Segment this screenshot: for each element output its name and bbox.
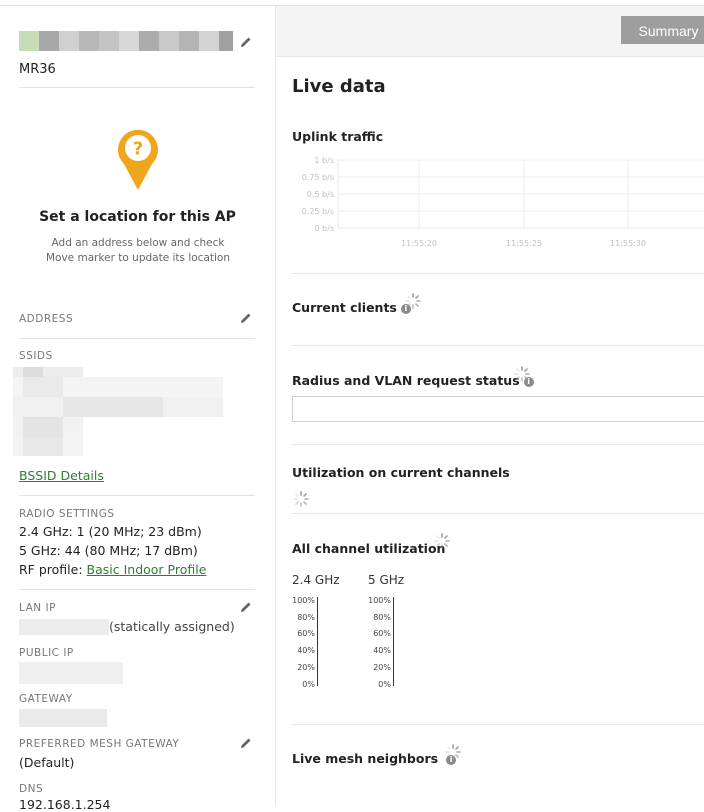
- map-pin-question-icon: ?: [118, 129, 158, 190]
- current-clients-title: Current clients i: [292, 300, 411, 315]
- loading-spinner-icon: [445, 744, 461, 760]
- util-y-tick: 0%: [302, 679, 315, 689]
- axis-line-24ghz: [317, 597, 318, 686]
- bssid-row: BSSID Details: [19, 468, 104, 483]
- radius-vlan-title: Radius and VLAN request status i: [292, 373, 534, 388]
- radio-24ghz: 2.4 GHz: 1 (20 MHz; 23 dBm): [19, 524, 202, 539]
- divider: [19, 495, 255, 496]
- edit-address-pencil-icon[interactable]: [239, 311, 253, 325]
- location-title: Set a location for this AP: [39, 209, 236, 225]
- radio-5ghz: 5 GHz: 44 (80 MHz; 17 dBm): [19, 543, 198, 558]
- uplink-x-tick: 11:55:20: [401, 239, 437, 248]
- mesh-gateway-label: PREFERRED MESH GATEWAY: [19, 738, 180, 750]
- uplink-y-tick: 1 b/s: [314, 156, 334, 165]
- util-y-tick: 0%: [378, 679, 391, 689]
- divider: [292, 345, 704, 346]
- divider: [19, 338, 255, 339]
- uplink-y-tick: 0 b/s: [314, 224, 334, 233]
- divider: [292, 444, 704, 445]
- location-subtitle: Add an address below and check Move mark…: [45, 237, 230, 264]
- mesh-gateway-value: (Default): [19, 755, 75, 770]
- util-y-tick: 100%: [292, 596, 315, 605]
- edit-name-pencil-icon[interactable]: [239, 35, 253, 49]
- lan-ip-redacted: [19, 619, 109, 635]
- divider: [292, 273, 704, 274]
- uplink-traffic-chart: 1 b/s 0.75 b/s 0.5 b/s 0.25 b/s 0 b/s 11:55:…: [302, 156, 704, 248]
- radio-settings-label: RADIO SETTINGS: [19, 508, 115, 520]
- axis-line-5ghz: [393, 597, 394, 686]
- band-5ghz-label: 5 GHz: [368, 573, 405, 587]
- util-y-tick: 100%: [368, 596, 391, 605]
- band-24ghz-label: 2.4 GHz: [292, 573, 340, 587]
- loading-spinner-icon: [405, 293, 421, 309]
- divider: [19, 87, 255, 88]
- util-y-tick: 80%: [373, 612, 391, 622]
- public-ip-label: PUBLIC IP: [19, 647, 74, 659]
- header-bar: Summary: [276, 6, 704, 57]
- divider: [292, 724, 704, 725]
- rf-profile-prefix: RF profile:: [19, 562, 87, 577]
- util-y-tick: 60%: [297, 629, 315, 639]
- public-ip-redacted: [19, 662, 123, 684]
- loading-spinner-icon: [434, 533, 450, 549]
- radius-status-box: [292, 396, 704, 422]
- svg-text:?: ?: [133, 139, 143, 160]
- rf-profile-link[interactable]: Basic Indoor Profile: [87, 562, 207, 577]
- loading-spinner-icon: [293, 491, 309, 507]
- gateway-redacted: [19, 709, 107, 727]
- divider: [292, 513, 704, 514]
- edit-lan-ip-pencil-icon[interactable]: [239, 600, 253, 614]
- edit-mesh-gateway-pencil-icon[interactable]: [239, 736, 253, 750]
- summary-button[interactable]: Summary: [621, 16, 704, 44]
- util-y-tick: 60%: [373, 629, 391, 639]
- live-mesh-label: Live mesh neighbors: [292, 751, 439, 766]
- uplink-y-tick: 0.75 b/s: [302, 173, 334, 182]
- current-clients-label: Current clients: [292, 300, 397, 315]
- util-y-tick: 20%: [373, 662, 391, 672]
- lan-ip-assignment: (statically assigned): [109, 619, 235, 634]
- util-y-tick: 80%: [297, 612, 315, 622]
- utilization-current-title: Utilization on current channels: [292, 465, 510, 480]
- divider: [19, 589, 255, 590]
- rf-profile-row: RF profile: Basic Indoor Profile: [19, 562, 206, 577]
- device-details-panel: MR36 ? Set a location for this AP Add an…: [0, 6, 276, 812]
- address-label: ADDRESS: [19, 313, 74, 325]
- radius-vlan-label: Radius and VLAN request status: [292, 373, 520, 388]
- uplink-y-tick: 0.5 b/s: [307, 190, 334, 199]
- all-channel-utilization-title: All channel utilization: [292, 541, 446, 556]
- uplink-y-tick: 0.25 b/s: [302, 207, 334, 216]
- util-y-tick: 20%: [297, 662, 315, 672]
- live-mesh-title: Live mesh neighbors i: [292, 751, 457, 766]
- loading-spinner-icon: [514, 366, 530, 382]
- chart-grid: [337, 159, 704, 229]
- uplink-x-tick: 11:55:25: [506, 239, 542, 248]
- device-model: MR36: [19, 62, 56, 77]
- util-y-tick: 40%: [373, 646, 391, 656]
- bssid-details-link[interactable]: BSSID Details: [19, 468, 104, 483]
- lan-ip-label: LAN IP: [19, 602, 56, 614]
- ssids-label: SSIDS: [19, 350, 53, 362]
- uplink-traffic-title: Uplink traffic: [292, 129, 384, 144]
- uplink-x-tick: 11:55:30: [610, 239, 646, 248]
- live-data-title: Live data: [292, 76, 386, 97]
- util-y-tick: 40%: [297, 646, 315, 656]
- live-data-panel: Summary Live data Uplink traffic 1 b/s 0.…: [276, 6, 704, 805]
- dns-label: DNS: [19, 783, 44, 795]
- gateway-label: GATEWAY: [19, 693, 73, 705]
